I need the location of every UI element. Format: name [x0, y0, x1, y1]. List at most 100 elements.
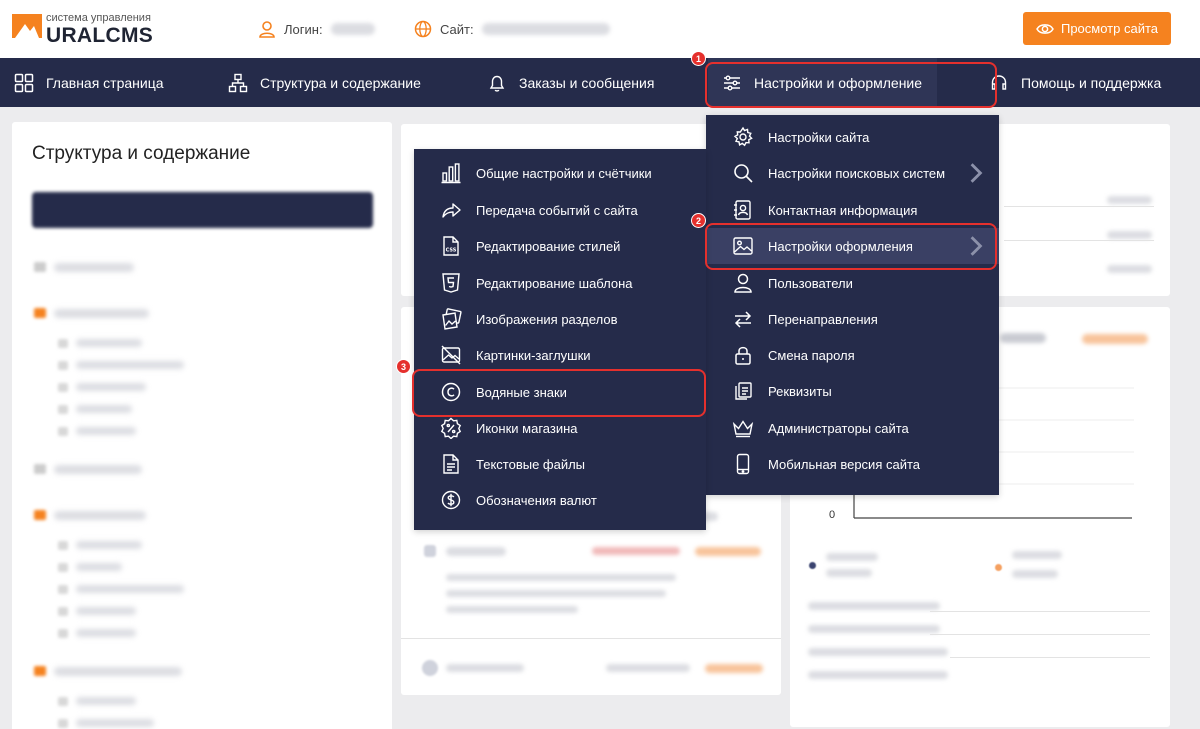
menu-item-users[interactable]: Пользователи [706, 265, 999, 301]
card-text-redacted [446, 606, 578, 613]
top-header: система управления URALCMS Логин: Сайт: … [0, 0, 1200, 58]
card-status-redacted [592, 547, 680, 555]
tree-item[interactable] [34, 712, 374, 729]
card-text-redacted [446, 574, 676, 581]
chevron-right-icon [970, 163, 983, 183]
tree-item[interactable] [34, 578, 374, 600]
submenu-item-text-files[interactable]: Текстовые файлы [414, 446, 706, 482]
tree-item[interactable] [34, 420, 374, 442]
step-badge-2: 2 [691, 213, 706, 228]
user-icon [259, 21, 275, 38]
logo-subtitle: система управления [46, 12, 151, 24]
submenu-label: Редактирование шаблона [476, 275, 633, 291]
add-section-button[interactable] [32, 192, 373, 228]
html5-icon [442, 273, 460, 293]
view-site-button[interactable]: Просмотр сайта [1023, 12, 1171, 45]
legend-dot [995, 564, 1002, 571]
card-link-redacted[interactable] [695, 547, 761, 556]
submenu-label: Текстовые файлы [476, 456, 586, 472]
submenu-item-currency-symbols[interactable]: Обозначения валют [414, 482, 706, 518]
chart-axis-zero: 0 [829, 509, 836, 521]
menu-item-search-engines[interactable]: Настройки поисковых систем [706, 155, 999, 191]
tree-item[interactable] [34, 354, 374, 376]
stat-row-redacted [808, 625, 940, 633]
tree-item[interactable] [34, 556, 374, 578]
crown-icon [732, 420, 754, 438]
card-icon [424, 545, 436, 557]
login-label: Логин: [284, 21, 323, 37]
chart-link-redacted[interactable] [1082, 334, 1148, 344]
tree-item[interactable] [34, 600, 374, 622]
menu-label: Смена пароля [768, 347, 855, 363]
submenu-item-edit-template[interactable]: Редактирование шаблона [414, 265, 706, 301]
main-nav: Главная страница Структура и содержание … [0, 58, 1200, 107]
tree-item[interactable] [34, 332, 374, 354]
menu-label: Мобильная версия сайта [768, 456, 920, 472]
menu-item-mobile-version[interactable]: Мобильная версия сайта [706, 446, 999, 482]
menu-item-site-admins[interactable]: Администраторы сайта [706, 410, 999, 446]
menu-item-requisites[interactable]: Реквизиты [706, 373, 999, 409]
card-link-redacted[interactable] [705, 664, 763, 673]
tree-group[interactable] [34, 240, 374, 286]
logo[interactable]: система управления URALCMS [12, 10, 162, 50]
settings-dropdown-menu: Настройки сайта Настройки поисковых сист… [706, 115, 999, 495]
menu-item-site-settings[interactable]: Настройки сайта [706, 119, 999, 155]
highlight-ring-step-1 [705, 62, 997, 108]
nav-item-structure[interactable]: Структура и содержание [228, 58, 421, 107]
tree-item[interactable] [34, 690, 374, 712]
percent-badge-icon [440, 417, 462, 439]
tree-item[interactable] [34, 398, 374, 420]
grid-icon [14, 73, 34, 92]
chart-title-redacted [1000, 333, 1046, 343]
menu-item-redirects[interactable]: Перенаправления [706, 301, 999, 337]
logo-mark-icon [12, 14, 42, 44]
submenu-item-placeholder-images[interactable]: Картинки-заглушки [414, 337, 706, 373]
globe-icon [414, 20, 432, 38]
submenu-label: Редактирование стилей [476, 238, 621, 254]
tree-item[interactable] [34, 622, 374, 644]
menu-label: Администраторы сайта [768, 420, 909, 436]
tree-group[interactable] [34, 286, 374, 332]
submenu-item-event-transfer[interactable]: Передача событий с сайта [414, 192, 706, 228]
divider [930, 634, 1150, 635]
images-icon [442, 308, 462, 330]
submenu-label: Передача событий с сайта [476, 202, 638, 218]
card-avatar [422, 660, 438, 676]
stat-value-redacted [1107, 231, 1152, 239]
lock-icon [735, 346, 751, 365]
submenu-item-section-images[interactable]: Изображения разделов [414, 301, 706, 337]
nav-item-home[interactable]: Главная страница [14, 58, 164, 107]
tree-group[interactable] [34, 488, 374, 534]
view-site-label: Просмотр сайта [1060, 21, 1158, 36]
nav-label-structure: Структура и содержание [260, 74, 421, 91]
bar-chart-icon [441, 163, 461, 184]
divider [401, 638, 781, 639]
divider [950, 657, 1150, 658]
nav-label-help: Помощь и поддержка [1021, 74, 1162, 91]
nav-label-orders: Заказы и сообщения [519, 74, 655, 91]
legend-label-redacted [1012, 551, 1062, 559]
submenu-label: Общие настройки и счётчики [476, 165, 652, 181]
sidebar-title: Структура и содержание [32, 143, 251, 164]
nav-item-help[interactable]: Помощь и поддержка [989, 58, 1161, 107]
tree-group[interactable] [34, 644, 374, 690]
submenu-item-general-counters[interactable]: Общие настройки и счётчики [414, 155, 706, 191]
login-value-redacted [330, 23, 375, 35]
stat-row-redacted [808, 648, 948, 656]
legend-label-redacted [826, 553, 878, 561]
submenu-item-edit-styles[interactable]: CSS Редактирование стилей [414, 228, 706, 264]
user-icon [734, 273, 752, 293]
submenu-label: Обозначения валют [476, 492, 597, 508]
text-file-icon [443, 454, 459, 474]
step-badge-3: 3 [396, 359, 411, 374]
menu-item-change-password[interactable]: Смена пароля [706, 337, 999, 373]
highlight-ring-step-2 [705, 223, 997, 270]
tree-group[interactable] [34, 442, 374, 488]
tree-item[interactable] [34, 376, 374, 398]
menu-label: Реквизиты [768, 383, 832, 399]
tree-item[interactable] [34, 534, 374, 556]
nav-item-orders[interactable]: Заказы и сообщения [487, 58, 654, 107]
card-text-redacted [446, 590, 666, 597]
menu-label: Настройки сайта [768, 129, 870, 145]
structure-tree [34, 240, 374, 729]
